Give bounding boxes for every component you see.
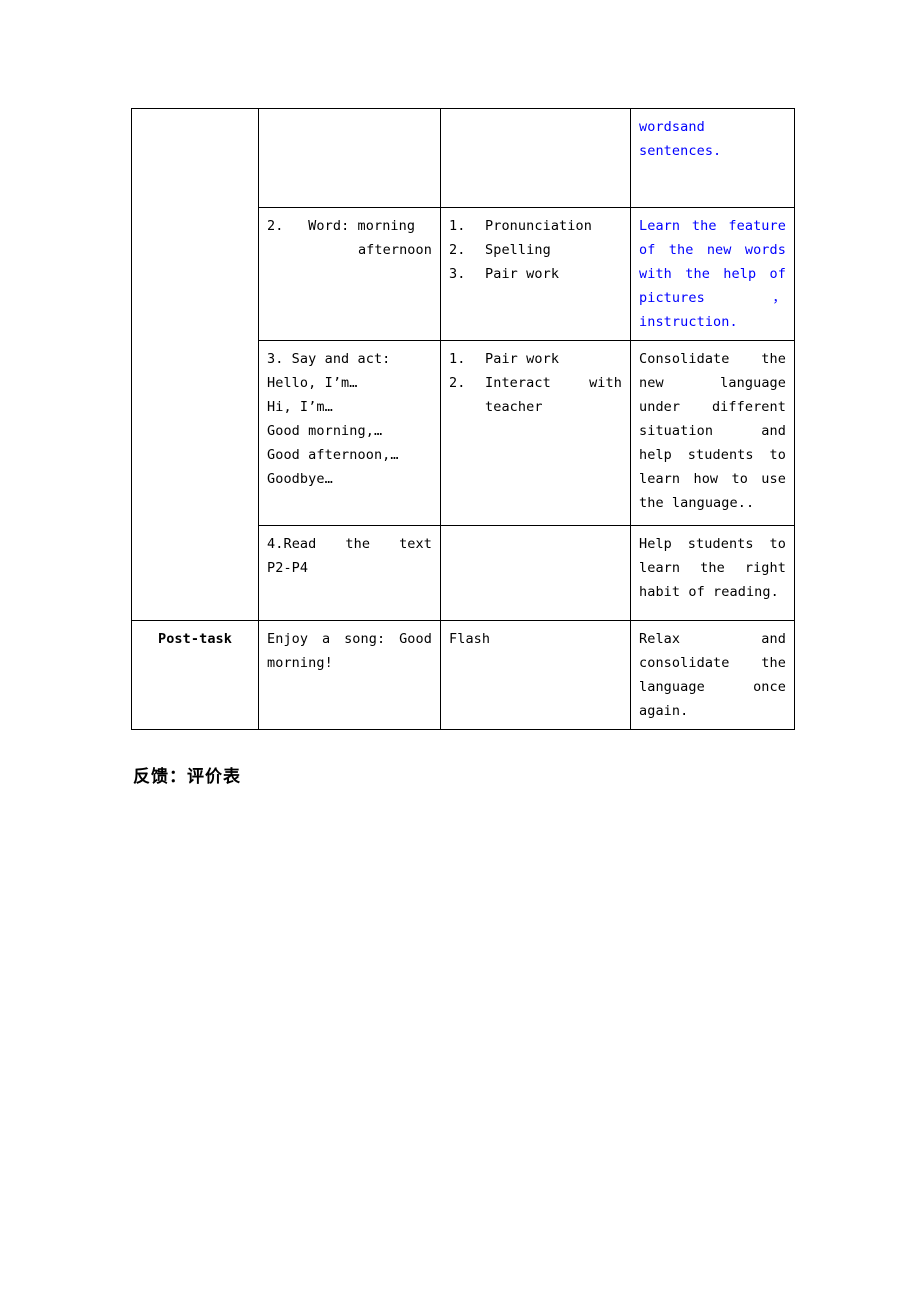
aim-line: Relax and <box>639 631 786 647</box>
cell-steps-row1 <box>258 108 441 208</box>
aim-line: consolidate the <box>639 655 786 671</box>
aim-line: learn how to use <box>639 471 786 487</box>
aim-line: the language.. <box>639 495 755 511</box>
step-line-pages: P2-P4 <box>267 560 309 576</box>
step-line: Hello, I’m… <box>267 375 358 391</box>
list-item: 1. Pronunciation <box>449 218 592 234</box>
list-item: 1. Pair work <box>449 351 560 367</box>
step-line: Good afternoon,… <box>267 447 399 463</box>
table-row: wordsand sentences. <box>131 108 795 621</box>
step-line-read-text: 4.Read the text <box>267 536 432 552</box>
aim-line: instruction. <box>639 314 738 330</box>
aim-line: Learn the feature <box>639 218 786 234</box>
list-item: 2. Spelling <box>449 242 551 258</box>
cell-stage-post-task: Post-task <box>131 620 259 730</box>
aim-line: Consolidate the <box>639 351 786 367</box>
cell-methods-row1 <box>440 108 631 208</box>
cell-aims-row5: Relax and consolidate the language once … <box>630 620 795 730</box>
step-title-say-and-act: 3. Say and act: <box>267 351 391 367</box>
cell-aims-row1: wordsand sentences. <box>630 108 795 208</box>
cell-steps-row3: 3. Say and act: Hello, I’m… Hi, I’m… Goo… <box>258 340 441 526</box>
cell-aims-row4: Help students to learn the right habit o… <box>630 525 795 621</box>
aim-line: new language <box>639 375 786 391</box>
aim-line: situation and <box>639 423 786 439</box>
cell-steps-row2: 2. Word: morning afternoon <box>258 207 441 341</box>
cell-steps-row5: Enjoy a song: Good morning! <box>258 620 441 730</box>
cell-steps-row4: 4.Read the text P2-P4 <box>258 525 441 621</box>
step-line-good-morning: morning! <box>267 655 333 671</box>
step-line: Good morning,… <box>267 423 383 439</box>
aim-line-2: sentences. <box>639 143 722 159</box>
cell-aims-row3: Consolidate the new language under diffe… <box>630 340 795 526</box>
cell-aims-row2: Learn the feature of the new words with … <box>630 207 795 341</box>
list-item: 3. Pair work <box>449 266 560 282</box>
cell-methods-row5: Flash <box>440 620 631 730</box>
cell-stage-merged <box>131 108 259 621</box>
step-line-afternoon: afternoon <box>357 242 432 258</box>
aim-line: language once <box>639 679 786 695</box>
feedback-caption: 反馈：评价表 <box>133 767 241 787</box>
lesson-plan-table: wordsand sentences. 2. Word: morning aft… <box>131 108 795 730</box>
step-line: Goodbye… <box>267 471 333 487</box>
aim-line-1: wordsand <box>639 119 705 135</box>
aim-line: under different <box>639 399 786 415</box>
method-flash: Flash <box>449 631 491 647</box>
methods-list-row2: 1. Pronunciation 2. Spelling 3. Pair work <box>449 214 622 286</box>
methods-list-row3: 1. Pair work 2. Interact with teacher <box>449 347 622 419</box>
aim-line: Help students to <box>639 536 786 552</box>
aim-line: pictures ， <box>639 290 786 306</box>
step-line-number-word: 2. Word: morning <box>267 218 416 234</box>
aim-line: again. <box>639 703 689 719</box>
step-line: Hi, I’m… <box>267 399 333 415</box>
aim-line: help students to <box>639 447 786 463</box>
aim-line: habit of reading. <box>639 584 779 600</box>
cell-methods-row4 <box>440 525 631 621</box>
aim-line: learn the right <box>639 560 786 576</box>
cell-methods-row2: 1. Pronunciation 2. Spelling 3. Pair work <box>440 207 631 341</box>
cell-methods-row3: 1. Pair work 2. Interact with teacher <box>440 340 631 526</box>
aim-line: with the help of <box>639 266 786 282</box>
list-item: 2. Interact with teacher <box>449 375 622 415</box>
step-line-enjoy-song: Enjoy a song: Good <box>267 631 432 647</box>
aim-line: of the new words <box>639 242 786 258</box>
document-page: wordsand sentences. 2. Word: morning aft… <box>0 0 920 1302</box>
table-row: Post-task Enjoy a song: Good morning! Fl… <box>131 620 795 730</box>
